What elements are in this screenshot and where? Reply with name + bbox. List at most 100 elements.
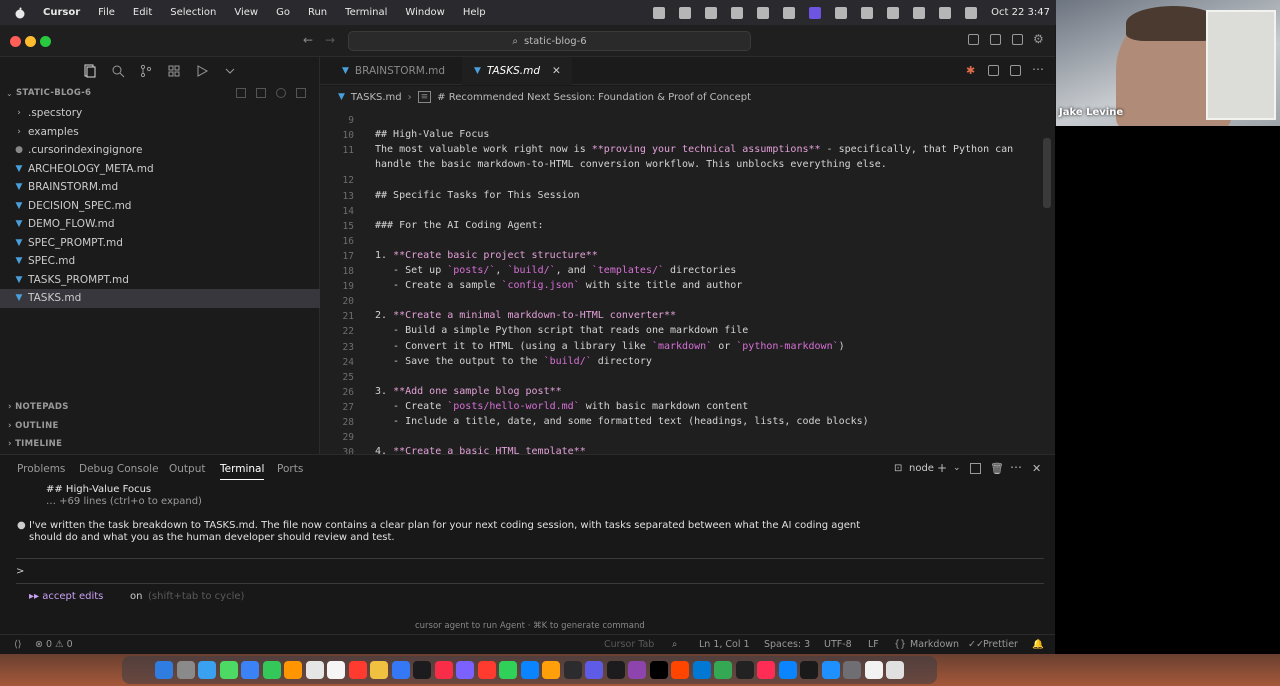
dock-app-icon[interactable] (155, 661, 173, 679)
alert-icon[interactable] (653, 6, 666, 19)
new-folder-icon[interactable] (256, 88, 266, 98)
breadcrumb-file[interactable]: TASKS.md (351, 92, 402, 103)
screen-share-icon[interactable] (809, 6, 822, 19)
tree-item-demo-flow[interactable]: ▼ DEMO_FLOW.md (0, 215, 320, 234)
wifi-icon[interactable] (913, 6, 926, 19)
spotlight-icon[interactable] (939, 6, 952, 19)
run-debug-icon[interactable] (195, 64, 209, 78)
terminal-collapsed-lines[interactable]: … +69 lines (ctrl+o to expand) (46, 496, 202, 507)
dock-app-icon[interactable] (219, 661, 238, 679)
mode-prefix[interactable]: ▸▸ accept edits (29, 591, 103, 602)
more-actions-icon[interactable]: ⋯ (1010, 460, 1022, 474)
toggle-secondary-sidebar-icon[interactable] (1012, 34, 1023, 45)
dock-app-icon[interactable] (843, 661, 861, 679)
close-tab-icon[interactable]: ✕ (552, 65, 561, 77)
dock-app-icon[interactable] (606, 661, 625, 679)
tree-item-examples[interactable]: › examples (0, 123, 320, 142)
tab-tasks[interactable]: ▼ TASKS.md ✕ (462, 57, 572, 85)
tab-terminal[interactable]: Terminal (220, 463, 265, 480)
dock-app-icon[interactable] (262, 661, 281, 679)
apple-icon[interactable] (14, 7, 26, 19)
search-icon[interactable] (111, 64, 125, 78)
workspace-section-header[interactable]: STATIC-BLOG-6 (16, 88, 91, 98)
dock-app-icon[interactable] (800, 661, 818, 679)
timeline-section-header[interactable]: › TIMELINE (8, 439, 62, 449)
close-window-button[interactable] (10, 36, 21, 47)
open-preview-icon[interactable] (988, 65, 999, 76)
extensions-icon[interactable] (167, 64, 181, 78)
cursor-tab-status[interactable]: Cursor Tab (604, 639, 654, 650)
chevron-down-icon[interactable] (223, 64, 237, 78)
menu-run[interactable]: Run (299, 7, 336, 18)
close-panel-icon[interactable]: ✕ (1032, 462, 1041, 475)
vpn-icon[interactable] (731, 6, 744, 19)
menu-view[interactable]: View (225, 7, 267, 18)
tree-item-decision-spec[interactable]: ▼ DECISION_SPEC.md (0, 197, 320, 216)
control-center-icon[interactable] (965, 6, 978, 19)
zoom-icon[interactable]: ⌕ (672, 639, 677, 650)
dock-app-icon[interactable] (714, 661, 732, 679)
dropbox-icon[interactable] (757, 6, 770, 19)
outline-section-header[interactable]: › OUTLINE (8, 421, 59, 431)
dock-app-icon[interactable] (241, 661, 259, 679)
dock-app-icon[interactable] (305, 661, 324, 679)
tab-debug-console[interactable]: Debug Console (79, 463, 159, 475)
dock-app-icon[interactable] (585, 661, 603, 679)
menu-file[interactable]: File (89, 7, 124, 18)
tree-item-tasks[interactable]: ▼ TASKS.md (0, 289, 320, 308)
dock-app-icon[interactable] (198, 661, 216, 679)
dock-app-icon[interactable] (886, 661, 904, 679)
menu-app-name[interactable]: Cursor (34, 7, 89, 18)
agent-prompt-input[interactable]: > (16, 558, 1044, 584)
notepads-section-header[interactable]: › NOTEPADS (8, 402, 69, 412)
command-center-search[interactable]: ⌕ static-blog-6 (348, 31, 751, 51)
tab-problems[interactable]: Problems (17, 463, 65, 475)
tree-item-cursorindexingignore[interactable]: ● .cursorindexingignore (0, 141, 320, 160)
dock-app-icon[interactable] (821, 661, 840, 679)
new-file-icon[interactable] (236, 88, 246, 98)
tree-item-spec-prompt[interactable]: ▼ SPEC_PROMPT.md (0, 234, 320, 253)
tree-item-spec[interactable]: ▼ SPEC.md (0, 252, 320, 271)
dock-app-icon[interactable] (649, 661, 668, 679)
remote-indicator-icon[interactable]: ⟨⟩ (14, 639, 21, 650)
dock-app-icon[interactable] (413, 661, 431, 679)
dock-app-icon[interactable] (348, 661, 367, 679)
dock-app-icon[interactable] (864, 661, 883, 679)
mute-icon[interactable] (887, 6, 900, 19)
new-terminal-icon[interactable]: + (937, 461, 947, 475)
dock-app-icon[interactable] (176, 661, 195, 679)
dock-app-icon[interactable] (391, 661, 410, 679)
explorer-files-icon[interactable] (83, 64, 97, 78)
dock-app-icon[interactable] (628, 661, 646, 679)
menu-selection[interactable]: Selection (161, 7, 225, 18)
dock-app-icon[interactable] (284, 661, 302, 679)
zoom-window-button[interactable] (40, 36, 51, 47)
battery-icon[interactable] (861, 6, 874, 19)
menu-help[interactable]: Help (454, 7, 495, 18)
refresh-icon[interactable] (276, 88, 286, 98)
menu-go[interactable]: Go (267, 7, 299, 18)
tree-item-archeology-meta[interactable]: ▼ ARCHEOLOGY_META.md (0, 160, 320, 179)
dock-app-icon[interactable] (477, 661, 496, 679)
dock-app-icon[interactable] (327, 661, 345, 679)
dock-app-icon[interactable] (778, 661, 797, 679)
volume-icon[interactable] (835, 6, 848, 19)
more-actions-icon[interactable]: ⋯ (1032, 62, 1044, 76)
dock-app-icon[interactable] (434, 661, 453, 679)
dock-app-icon[interactable] (542, 661, 560, 679)
tree-item-tasks-prompt[interactable]: ▼ TASKS_PROMPT.md (0, 271, 320, 290)
cloud-icon[interactable] (705, 6, 718, 19)
formatter[interactable]: Prettier (983, 639, 1018, 650)
toggle-sidebar-icon[interactable] (968, 34, 979, 45)
menubar-datetime[interactable]: Oct 22 3:47 (991, 7, 1050, 18)
breadcrumb-symbol[interactable]: # Recommended Next Session: Foundation &… (437, 92, 751, 103)
menu-edit[interactable]: Edit (124, 7, 161, 18)
back-arrow-icon[interactable]: ← (303, 33, 313, 47)
notifications-bell-icon[interactable]: 🔔 (1032, 639, 1044, 650)
line-endings[interactable]: LF (868, 639, 879, 650)
grid-icon[interactable] (679, 6, 692, 19)
tab-ports[interactable]: Ports (277, 463, 303, 475)
chevron-down-icon[interactable]: ⌄ (6, 89, 13, 98)
tab-brainstorm[interactable]: ▼ BRAINSTORM.md (320, 57, 460, 85)
dock-app-icon[interactable] (692, 661, 711, 679)
